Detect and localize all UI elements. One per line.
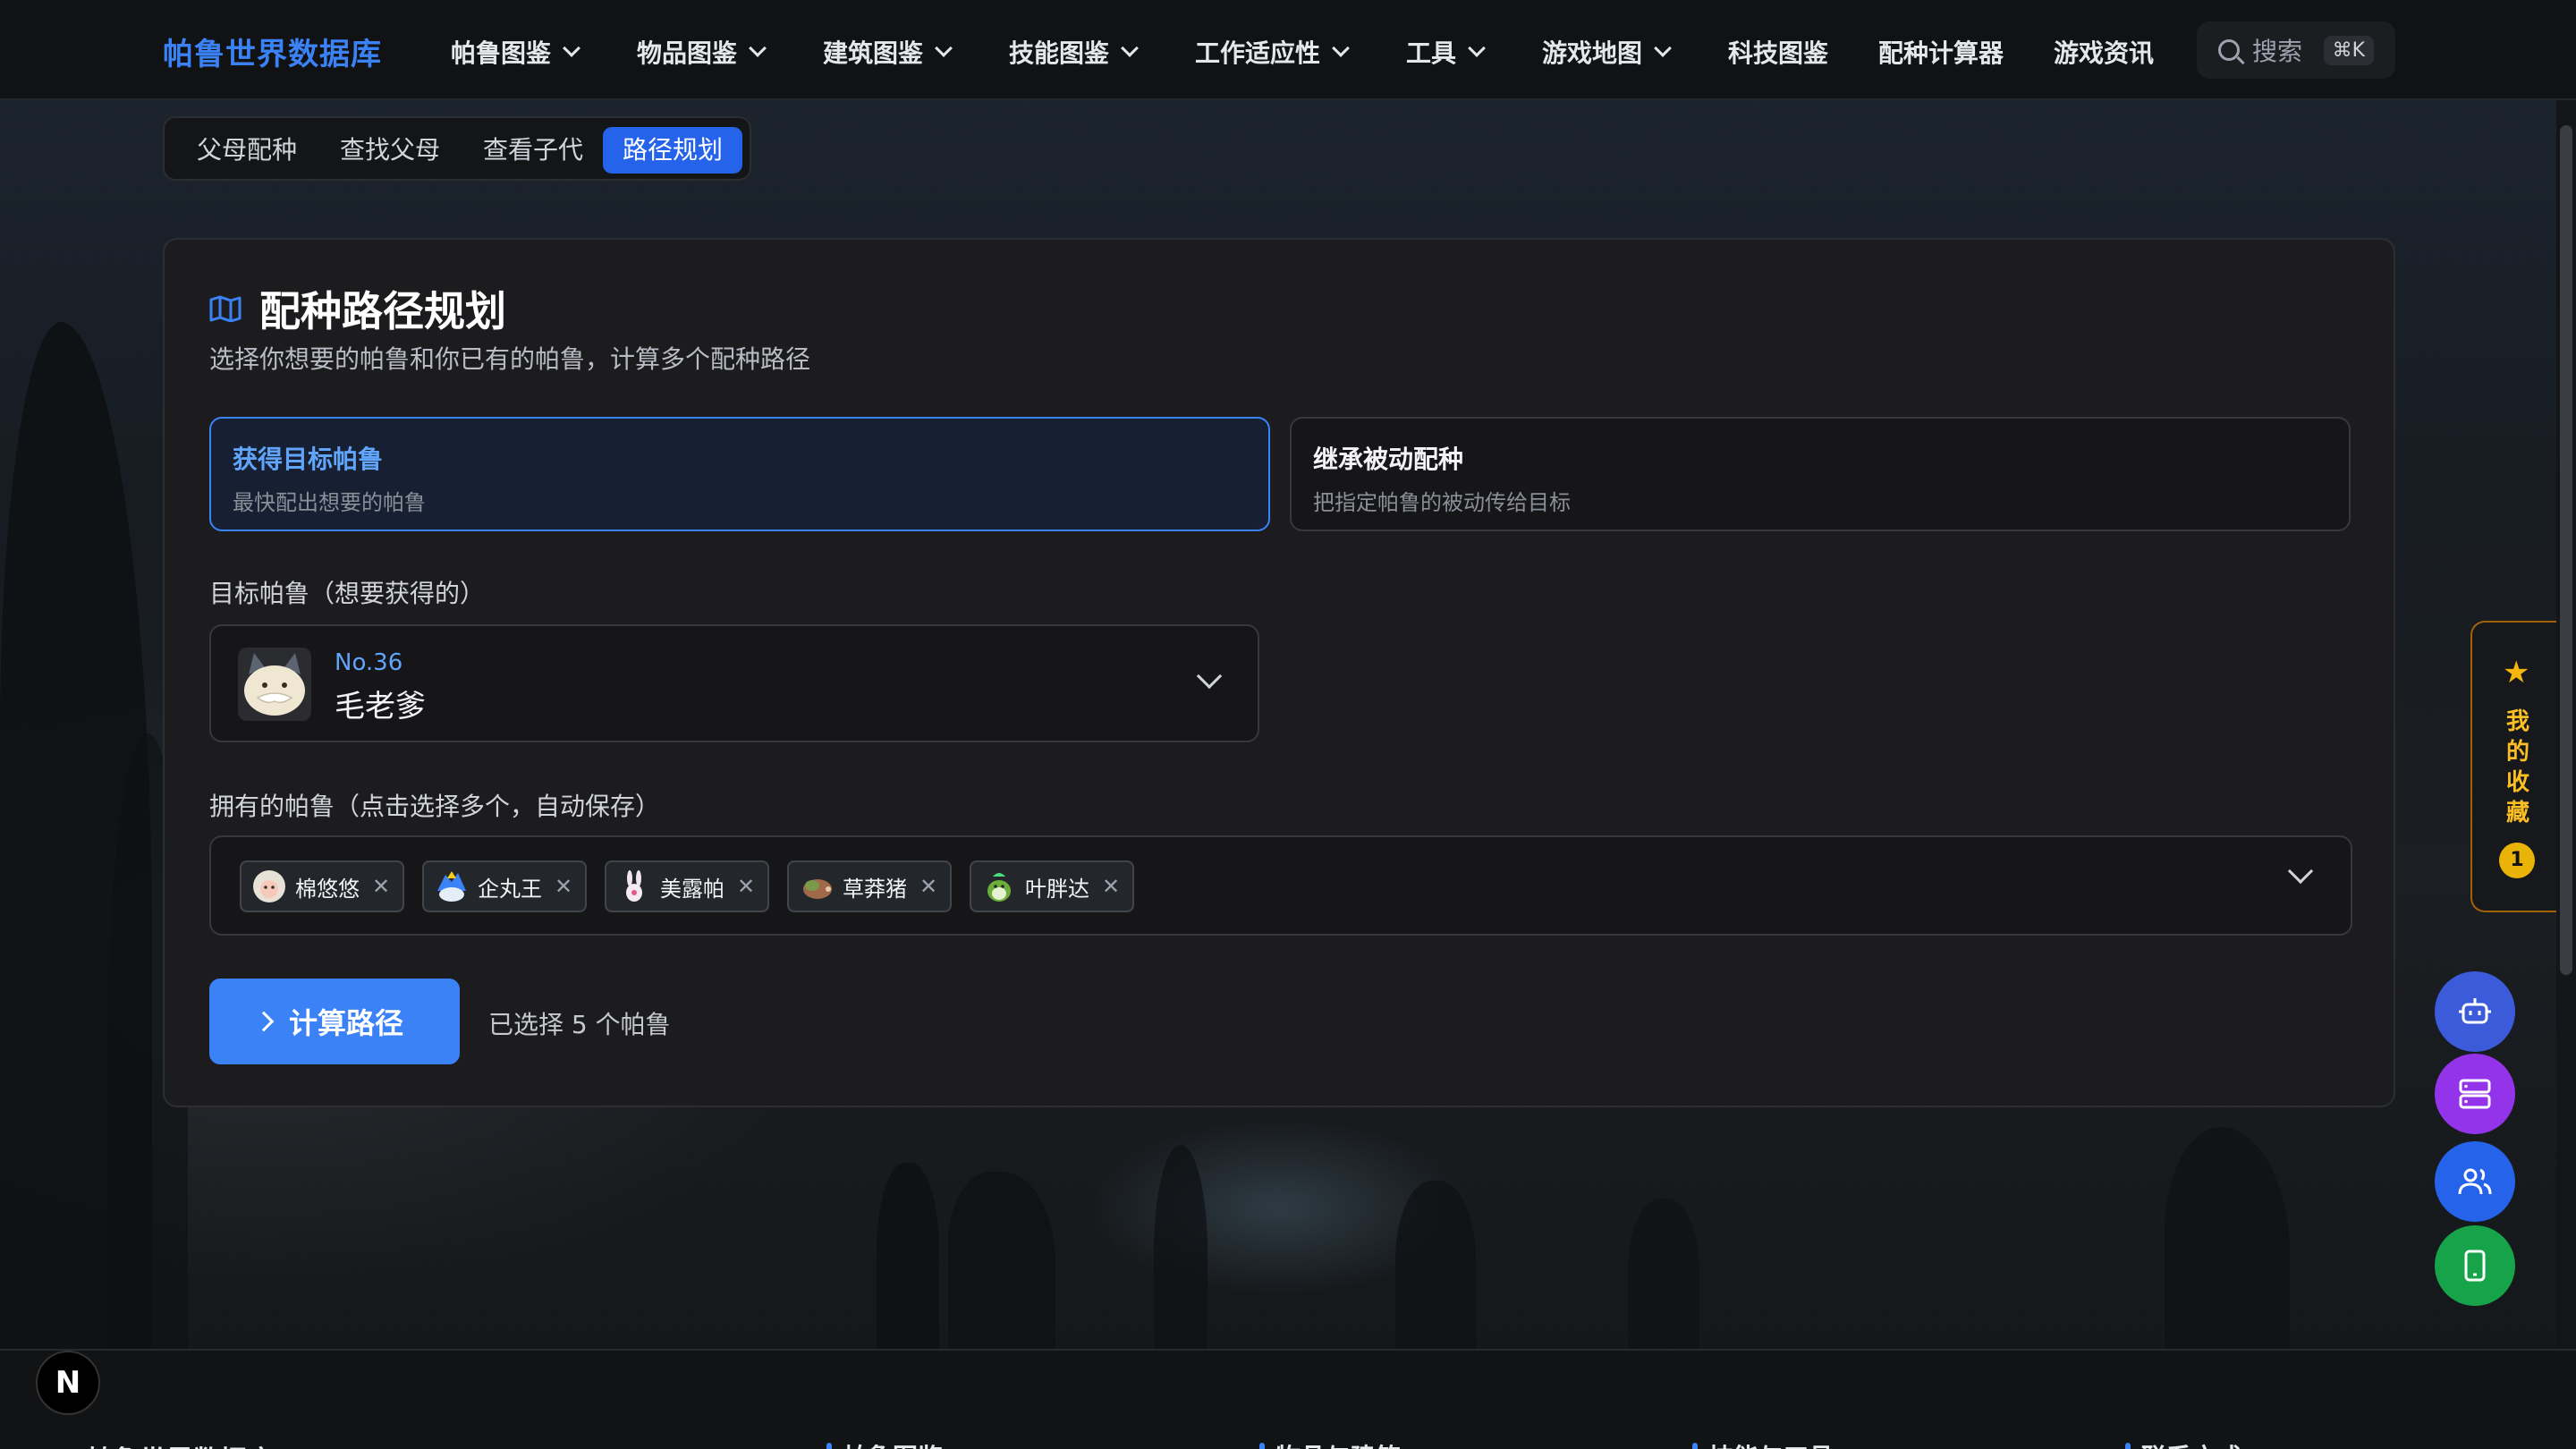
footer-brand: 帕鲁世界数据库 <box>86 1438 274 1449</box>
background-rock <box>2165 1127 2290 1360</box>
mobile-app-button[interactable] <box>2435 1225 2515 1306</box>
server-button[interactable] <box>2435 1054 2515 1134</box>
nav-item-item-guide[interactable]: 物品图鉴 <box>637 34 767 70</box>
tab-find-parents[interactable]: 查找父母 <box>320 127 460 174</box>
chevron-down-icon <box>749 39 767 57</box>
mode-get-target[interactable]: 获得目标帕鲁 最快配出想要的帕鲁 <box>209 417 1270 531</box>
community-button[interactable] <box>2435 1141 2515 1222</box>
chevron-down-icon <box>1196 663 1223 690</box>
chevron-down-icon <box>1468 39 1486 57</box>
nav-item-breeding-calculator[interactable]: 配种计算器 <box>1878 34 2004 70</box>
owned-label: 拥有的帕鲁（点击选择多个，自动保存） <box>209 792 661 821</box>
background-rock <box>1628 1199 1699 1360</box>
robot-icon <box>2459 998 2491 1024</box>
tab-path-planning[interactable]: 路径规划 <box>603 127 743 174</box>
favorites-count-badge: 1 <box>2499 843 2535 878</box>
calculate-path-button[interactable]: 计算路径 <box>209 979 460 1064</box>
ai-assistant-button[interactable] <box>2435 971 2515 1052</box>
chevron-down-icon <box>563 39 580 57</box>
search-button[interactable]: 搜索 ⌘K <box>2197 21 2395 79</box>
favorites-label: 我的收藏 <box>2505 708 2529 826</box>
nav-item-tech-guide[interactable]: 科技图鉴 <box>1728 34 1828 70</box>
background-rock <box>1154 1145 1208 1360</box>
nav-item-tools[interactable]: 工具 <box>1406 34 1486 70</box>
pal-avatar <box>626 870 642 902</box>
search-shortcut: ⌘K <box>2323 35 2374 65</box>
top-navbar: 帕鲁世界数据库 帕鲁图鉴 物品图鉴 建筑图鉴 技能图鉴 工作适应性 工具 游戏地… <box>0 0 2576 100</box>
scrollbar-thumb[interactable] <box>2560 125 2572 975</box>
chevron-down-icon <box>1654 39 1672 57</box>
footer-column-heading: 技能与工具 <box>1692 1438 1834 1449</box>
pal-avatar <box>803 879 832 899</box>
favorites-tab[interactable]: ★ 我的收藏 1 <box>2470 621 2560 912</box>
selected-count: 已选择 5 个帕鲁 <box>488 1010 671 1039</box>
nav-item-skill-guide[interactable]: 技能图鉴 <box>1009 34 1139 70</box>
background-rock <box>948 1172 1055 1351</box>
footer-column-heading: 物品与建筑 <box>1259 1438 1401 1449</box>
owned-pal-chip: 企丸王 ✕ <box>422 860 588 912</box>
nextjs-dev-badge[interactable]: N <box>36 1351 100 1415</box>
mode-inherit-passive[interactable]: 继承被动配种 把指定帕鲁的被动传给目标 <box>1290 417 2351 531</box>
map-icon <box>209 295 242 322</box>
nav-item-game-map[interactable]: 游戏地图 <box>1542 34 1672 70</box>
target-label: 目标帕鲁（想要获得的） <box>209 579 486 608</box>
search-placeholder: 搜索 <box>2252 37 2303 66</box>
remove-chip-icon[interactable]: ✕ <box>1102 874 1120 899</box>
remove-chip-icon[interactable]: ✕ <box>372 874 390 899</box>
nav-item-work-suitability[interactable]: 工作适应性 <box>1195 34 1350 70</box>
footer-column-heading: 联系方式 <box>2125 1438 2241 1449</box>
chevron-down-icon <box>1332 39 1350 57</box>
nav-item-building-guide[interactable]: 建筑图鉴 <box>823 34 953 70</box>
page-title: 配种路径规划 <box>209 279 506 338</box>
search-icon <box>2218 39 2240 61</box>
chevron-down-icon <box>935 39 953 57</box>
owned-pal-chip: 美露帕 ✕ <box>605 860 770 912</box>
remove-chip-icon[interactable]: ✕ <box>555 874 572 899</box>
breeding-tabs: 父母配种 查找父母 查看子代 路径规划 <box>163 116 751 181</box>
tab-view-offspring[interactable]: 查看子代 <box>463 127 603 174</box>
nav-item-pal-guide[interactable]: 帕鲁图鉴 <box>451 34 580 70</box>
target-pal-name: 毛老爹 <box>335 689 426 724</box>
star-icon: ★ <box>2503 655 2530 691</box>
chevron-down-icon <box>1121 39 1139 57</box>
footer-column-heading: 帕鲁图鉴 <box>826 1438 943 1449</box>
mobile-icon <box>2464 1250 2486 1282</box>
pal-avatar <box>253 870 285 902</box>
pal-avatar <box>987 873 1011 902</box>
pal-avatar <box>238 648 311 721</box>
server-icon <box>2459 1079 2491 1109</box>
remove-chip-icon[interactable]: ✕ <box>737 874 755 899</box>
tab-parent-breeding[interactable]: 父母配种 <box>177 127 317 174</box>
owned-pal-chip: 棉悠悠 ✕ <box>240 860 405 912</box>
remove-chip-icon[interactable]: ✕ <box>919 874 937 899</box>
target-pal-number: No.36 <box>335 649 403 676</box>
chevron-down-icon[interactable] <box>2287 858 2314 885</box>
owned-pal-chip: 叶胖达 ✕ <box>970 860 1135 912</box>
pal-avatar <box>437 871 466 902</box>
background-rock <box>877 1163 939 1360</box>
target-pal-select[interactable]: No.36 毛老爹 <box>209 624 1259 742</box>
footer: 帕鲁世界数据库 帕鲁图鉴 物品与建筑 技能与工具 联系方式 <box>0 1349 2576 1449</box>
path-planner-card: 配种路径规划 选择你想要的帕鲁和你已有的帕鲁，计算多个配种路径 获得目标帕鲁 最… <box>163 238 2395 1107</box>
nav-item-game-news[interactable]: 游戏资讯 <box>2054 34 2154 70</box>
page-subtitle: 选择你想要的帕鲁和你已有的帕鲁，计算多个配种路径 <box>209 344 811 374</box>
owned-pals-multiselect[interactable]: 棉悠悠 ✕ 企丸王 ✕ 美露帕 ✕ 草莽猪 ✕ 叶胖达 ✕ <box>209 835 2352 936</box>
owned-pal-chip: 草莽猪 ✕ <box>787 860 953 912</box>
chevron-right-icon <box>253 1011 275 1032</box>
users-icon <box>2458 1168 2492 1195</box>
site-logo[interactable]: 帕鲁世界数据库 <box>163 30 382 73</box>
background-rock <box>1395 1181 1476 1360</box>
